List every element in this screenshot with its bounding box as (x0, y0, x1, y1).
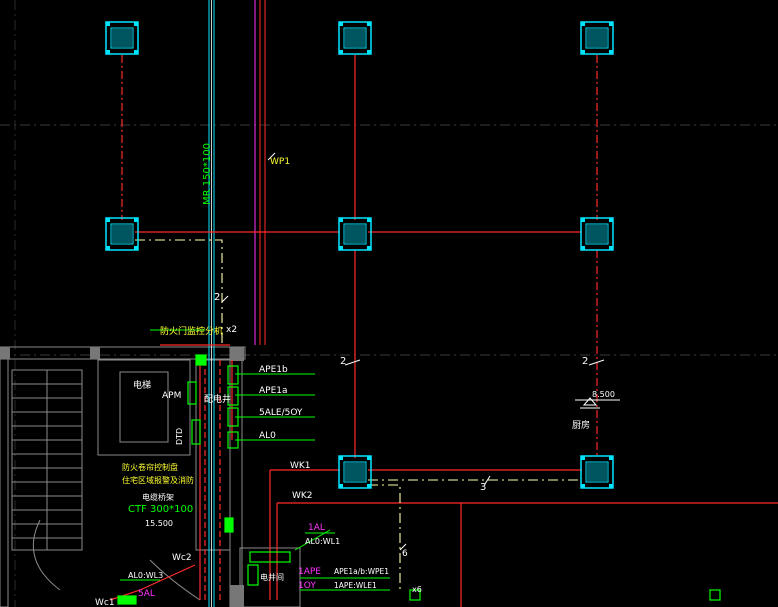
label-distribution-shaft: 配电井 (204, 393, 231, 405)
grid-lines (0, 0, 778, 607)
fan-coil-units (105, 21, 614, 489)
label-x6: x6 (412, 585, 422, 594)
tick (221, 295, 229, 303)
label-5al: 5AL (138, 589, 155, 599)
label-monitor-2: 住宅区域报警及消防 (122, 475, 194, 485)
label-mr-tray: MR 150*100 (202, 143, 213, 205)
label-1oy: 1OY (298, 581, 316, 591)
wire-ticks (221, 152, 605, 551)
label-1al: 1AL (308, 523, 325, 533)
elevation-triangle (582, 397, 598, 406)
panel-fire-module (195, 354, 207, 366)
fan-coil-unit-icon (580, 455, 614, 489)
electrical-panels (117, 354, 721, 605)
label-2c: 2 (582, 356, 588, 367)
label-wk1: WK1 (290, 461, 311, 471)
label-cable-tray: 电缆桥架 (142, 492, 174, 502)
panel-wc1 (117, 595, 137, 605)
label-electric-room: 电井间 (260, 572, 284, 582)
fan-coil-unit-icon (580, 217, 614, 251)
staircase (11, 369, 201, 601)
wall-left (0, 346, 9, 607)
label-2b: 2 (340, 356, 346, 367)
label-monitor-1: 防火卷帘控制盘 (122, 462, 178, 472)
fire-alarm-lines (135, 239, 582, 590)
label-elevation-2: 8.500 (592, 390, 615, 399)
label-al0-wl3: AL0:WL3 (128, 571, 163, 580)
label-ctf-tray: CTF 300*100 (128, 504, 193, 515)
label-1ape: 1APE (298, 567, 321, 577)
fan-coil-unit-icon (580, 21, 614, 55)
panel-apm (187, 381, 197, 405)
label-6: 6 (402, 549, 408, 559)
panel-1ape (247, 564, 259, 586)
label-ape1a-b-wpe1: APE1a/b:WPE1 (334, 567, 389, 576)
wall-top (0, 346, 246, 360)
fan-coil-unit-icon (338, 455, 372, 489)
label-fire-door: 防火门监控分机 (160, 325, 223, 337)
label-x2: x2 (226, 325, 237, 335)
label-ape1b: APE1b (259, 365, 288, 375)
column-4 (90, 347, 100, 359)
panel-corner (709, 589, 721, 601)
label-2a: 2 (214, 292, 220, 303)
label-dtd: DTD (175, 428, 184, 445)
fan-coil-unit-icon (338, 217, 372, 251)
label-ape1a: APE1a (259, 386, 288, 396)
label-wc1: Wc1 (95, 598, 115, 607)
label-wk2: WK2 (292, 491, 313, 501)
label-wp1: WP1 (270, 157, 290, 167)
tick (344, 359, 361, 366)
fan-coil-unit-icon (105, 217, 139, 251)
label-3: 3 (480, 482, 486, 493)
label-al0: AL0 (259, 431, 276, 441)
label-elevation-1: 15.500 (145, 519, 173, 528)
label-elevator: 电梯 (133, 379, 151, 391)
feeder-lines (120, 329, 390, 591)
cad-drawing-canvas[interactable]: WP1 MR 150*100 防火门监控分机 x2 2 2 2 APE1b AP… (0, 0, 778, 607)
label-1ape-wle1: 1APE:WLE1 (334, 581, 377, 590)
column-3 (230, 585, 244, 607)
floor-plan-drawing: WP1 MR 150*100 防火门监控分机 x2 2 2 2 APE1b AP… (0, 0, 778, 607)
label-al0-wl1: AL0:WL1 (305, 537, 340, 546)
label-apm: APM (162, 391, 181, 401)
label-wc2: Wc2 (172, 553, 192, 563)
column-1 (0, 347, 10, 359)
fan-coil-unit-icon (338, 21, 372, 55)
fan-coil-unit-icon (105, 21, 139, 55)
vertical-trays (208, 0, 266, 607)
panel-small (224, 517, 234, 533)
label-5ale: 5ALE/5OY (259, 408, 303, 418)
column-2 (230, 347, 244, 361)
label-kitchen: 厨房 (572, 419, 590, 431)
